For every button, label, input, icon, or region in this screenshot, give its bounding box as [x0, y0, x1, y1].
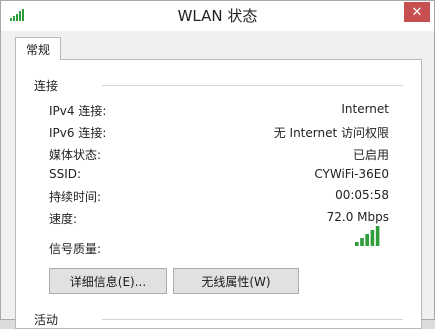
wlan-status-window: WLAN 状态 ✕ 常规 连接 IPv4 连接: Internet IPv6 连… — [0, 0, 435, 329]
signal-bar — [375, 226, 380, 246]
connection-divider — [102, 85, 403, 86]
details-button[interactable]: 详细信息(E)... — [49, 268, 167, 294]
duration-value: 00:05:58 — [335, 188, 389, 202]
signal-strength-icon — [355, 226, 380, 246]
connection-section-title: 连接 — [34, 79, 59, 93]
signal-bar — [365, 234, 369, 246]
ssid-label: SSID: — [49, 167, 82, 181]
duration-label: 持续时间: — [49, 190, 102, 204]
signal-quality-label: 信号质量: — [49, 242, 102, 256]
tab-general[interactable]: 常规 — [15, 37, 61, 60]
signal-bar — [370, 230, 375, 246]
general-panel: 连接 IPv4 连接: Internet IPv6 连接: 无 Internet… — [15, 59, 422, 329]
ipv6-value: 无 Internet 访问权限 — [273, 126, 389, 140]
close-button[interactable]: ✕ — [404, 2, 430, 22]
speed-label: 速度: — [49, 212, 78, 226]
tab-general-label: 常规 — [25, 42, 50, 57]
speed-value: 72.0 Mbps — [326, 210, 389, 224]
close-icon: ✕ — [411, 4, 423, 20]
signal-bar — [360, 238, 364, 246]
ipv4-label: IPv4 连接: — [49, 104, 107, 118]
wireless-properties-button[interactable]: 无线属性(W) — [173, 268, 299, 294]
ssid-value: CYWiFi-36E0 — [314, 167, 389, 181]
media-state-value: 已启用 — [352, 148, 389, 162]
signal-bar — [355, 242, 359, 246]
media-state-label: 媒体状态: — [49, 148, 102, 162]
ipv6-label: IPv6 连接: — [49, 126, 107, 140]
title-bar[interactable]: WLAN 状态 ✕ — [1, 1, 434, 31]
window-title: WLAN 状态 — [177, 7, 258, 25]
ipv4-value: Internet — [341, 102, 389, 116]
